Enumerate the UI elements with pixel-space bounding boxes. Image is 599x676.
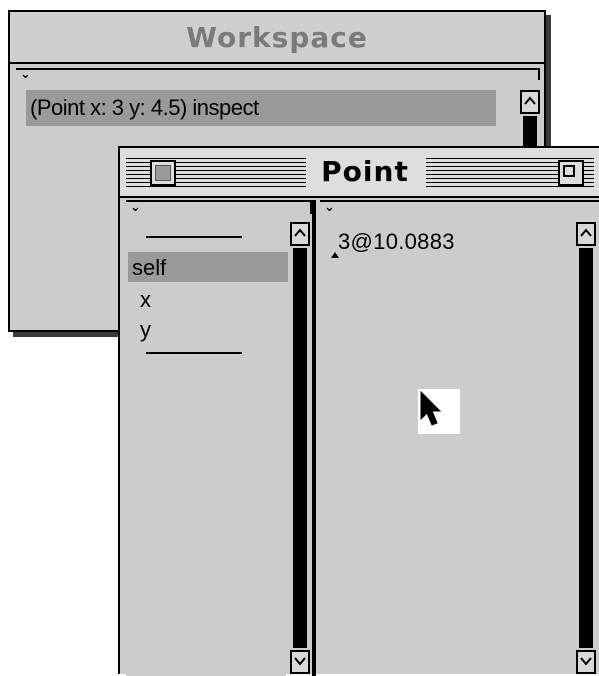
scrollbar-track[interactable] [293,248,307,648]
scroll-down-button[interactable] [290,650,310,674]
list-divider [146,352,242,354]
chevron-down-icon [580,657,592,666]
chevron-down-icon[interactable]: ⌄ [324,201,335,214]
point-title-bar[interactable]: Point [120,148,599,198]
scrollbar-track[interactable] [579,248,593,648]
value-scrollbar[interactable] [576,222,596,676]
scroll-down-button[interactable] [576,650,596,674]
value-pane-menu[interactable]: ⌄ [320,200,599,214]
arrow-pointer-icon [420,390,442,426]
workspace-code-line[interactable]: (Point x: 3 y: 4.5) inspect [30,92,259,124]
chevron-down-icon[interactable]: ⌄ [130,201,141,214]
list-item-x[interactable]: x [140,286,151,314]
workspace-pane-menu[interactable]: ⌄ [16,68,540,81]
zoom-box-icon[interactable] [558,160,584,186]
chevron-down-icon[interactable]: ⌄ [20,68,31,81]
text-caret-icon [331,252,339,258]
scroll-up-button[interactable] [576,222,596,246]
point-inspector-window[interactable]: Point ⌄ ⌄ self x y 3@10.0883 [118,146,599,676]
scroll-up-arrow-icon[interactable] [520,90,540,114]
point-title: Point [310,148,420,196]
pane-separator[interactable] [312,200,316,676]
list-item-y[interactable]: y [140,316,151,344]
chevron-down-icon [294,657,306,666]
chevron-up-icon [294,228,306,237]
chevron-up-icon [580,228,592,237]
scroll-up-button[interactable] [290,222,310,246]
fields-pane-menu[interactable]: ⌄ [126,200,312,214]
workspace-title-bar[interactable]: Workspace [10,12,544,64]
list-divider [146,236,242,238]
chevron-up-icon [524,96,536,105]
close-box-icon[interactable] [150,160,176,186]
value-text[interactable]: 3@10.0883 [338,228,455,256]
workspace-title: Workspace [186,21,368,54]
list-item-self[interactable]: self [132,254,166,282]
cursor-backdrop [418,389,460,434]
fields-scrollbar[interactable] [290,222,310,676]
